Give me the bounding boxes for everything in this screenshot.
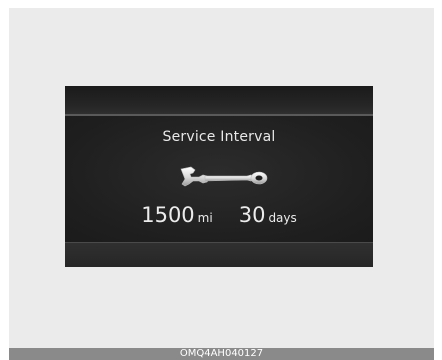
distance-value: 1500: [141, 203, 195, 227]
service-readings: 1500 mi 30 days: [65, 203, 373, 227]
display-bottom-band: [65, 243, 373, 267]
service-interval-title: Service Interval: [162, 129, 276, 145]
distance-unit: mi: [197, 211, 213, 225]
wrench-icon: [180, 166, 268, 187]
cluster-display: Service Interval 1500 mi 30 days: [65, 86, 373, 267]
days-value: 30: [238, 203, 266, 227]
display-top-band: [65, 86, 373, 114]
figure-code-caption: OMQ4AH040127: [9, 348, 434, 360]
figure-frame: Service Interval 1500 mi 30 days: [9, 8, 434, 360]
days-unit: days: [268, 211, 297, 225]
